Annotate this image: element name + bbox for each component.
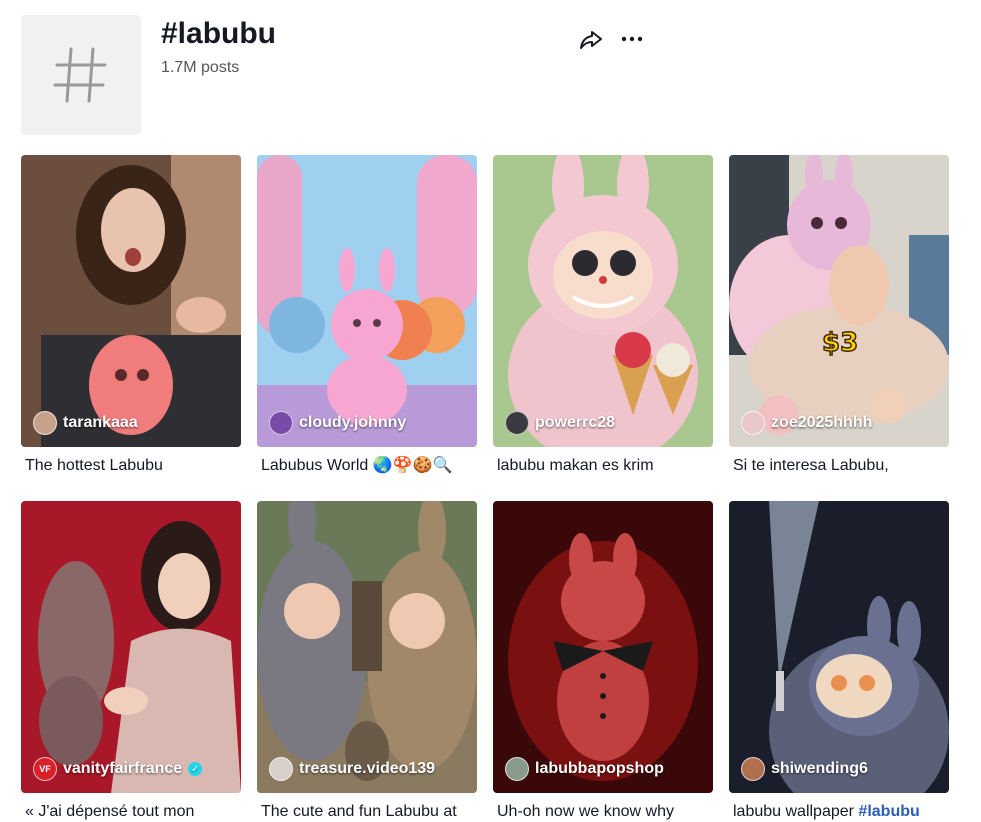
- avatar: [505, 757, 529, 781]
- avatar: [741, 411, 765, 435]
- thumbnail-image: [21, 155, 241, 447]
- avatar: [505, 411, 529, 435]
- video-author[interactable]: shiwending6: [741, 757, 868, 781]
- video-thumbnail[interactable]: treasure.video139: [257, 501, 477, 793]
- thumbnail-image: [21, 501, 241, 793]
- video-card[interactable]: cloudy.johnny Labubus World 🌏🍄🍪🔍: [257, 155, 477, 476]
- video-author[interactable]: tarankaaa: [33, 411, 138, 435]
- video-thumbnail[interactable]: powerrc28: [493, 155, 713, 447]
- share-icon: [580, 31, 602, 49]
- video-caption[interactable]: Labubus World 🌏🍄🍪🔍: [257, 456, 477, 476]
- more-icon: [621, 36, 643, 42]
- video-caption[interactable]: Uh-oh now we know why: [493, 802, 713, 822]
- video-card[interactable]: $3 zoe2025hhhh Si te interesa Labubu,: [729, 155, 949, 476]
- avatar: [33, 411, 57, 435]
- video-card[interactable]: powerrc28 labubu makan es krim: [493, 155, 713, 476]
- verified-badge-icon: ✓: [188, 762, 203, 776]
- video-author[interactable]: treasure.video139: [269, 757, 435, 781]
- video-thumbnail[interactable]: cloudy.johnny: [257, 155, 477, 447]
- video-caption[interactable]: labubu wallpaper #labubu: [729, 802, 949, 822]
- share-button[interactable]: [578, 27, 604, 53]
- video-caption[interactable]: labubu makan es krim: [493, 456, 713, 476]
- video-caption[interactable]: Si te interesa Labubu,: [729, 456, 949, 476]
- avatar: [269, 757, 293, 781]
- thumbnail-image: [257, 501, 477, 793]
- avatar: [269, 411, 293, 435]
- avatar: [741, 757, 765, 781]
- page-title: #labubu: [161, 17, 277, 50]
- avatar: VF: [33, 757, 57, 781]
- thumbnail-image: [729, 501, 949, 793]
- price-overlay: $3: [821, 327, 859, 359]
- video-card[interactable]: labubbapopshop Uh-oh now we know why: [493, 501, 713, 822]
- hashtag-avatar: [21, 15, 141, 135]
- username: tarankaaa: [63, 414, 138, 431]
- video-thumbnail[interactable]: VF vanityfairfrance ✓: [21, 501, 241, 793]
- video-card[interactable]: VF vanityfairfrance ✓ « J'ai dépensé tou…: [21, 501, 241, 822]
- username: labubbapopshop: [535, 760, 664, 777]
- video-author[interactable]: powerrc28: [505, 411, 615, 435]
- video-thumbnail[interactable]: $3 zoe2025hhhh: [729, 155, 949, 447]
- video-thumbnail[interactable]: shiwending6: [729, 501, 949, 793]
- video-author[interactable]: labubbapopshop: [505, 757, 664, 781]
- video-thumbnail[interactable]: labubbapopshop: [493, 501, 713, 793]
- video-caption[interactable]: The hottest Labubu: [21, 456, 241, 476]
- thumbnail-image: [729, 155, 949, 447]
- thumbnail-image: [257, 155, 477, 447]
- video-caption[interactable]: The cute and fun Labubu at: [257, 802, 477, 822]
- thumbnail-image: [493, 155, 713, 447]
- username: powerrc28: [535, 414, 616, 431]
- post-count: 1.7M posts: [161, 59, 240, 76]
- username: vanityfairfrance: [63, 760, 183, 777]
- video-author[interactable]: cloudy.johnny: [269, 411, 406, 435]
- video-author[interactable]: VF vanityfairfrance ✓: [33, 757, 203, 781]
- video-author[interactable]: zoe2025hhhh: [741, 411, 872, 435]
- video-thumbnail[interactable]: tarankaaa: [21, 155, 241, 447]
- hashtag-icon: [53, 47, 107, 103]
- video-card[interactable]: tarankaaa The hottest Labubu: [21, 155, 241, 476]
- video-card[interactable]: shiwending6 labubu wallpaper #labubu: [729, 501, 949, 822]
- thumbnail-image: [493, 501, 713, 793]
- video-card[interactable]: treasure.video139 The cute and fun Labub…: [257, 501, 477, 822]
- username: shiwending6: [771, 760, 868, 777]
- caption-text: labubu wallpaper: [733, 803, 859, 820]
- username: cloudy.johnny: [299, 414, 407, 431]
- username: treasure.video139: [299, 760, 436, 777]
- more-options-button[interactable]: [620, 27, 644, 51]
- video-caption[interactable]: « J'ai dépensé tout mon: [21, 802, 241, 822]
- hashtag-link[interactable]: #labubu: [858, 803, 919, 820]
- username: zoe2025hhhh: [771, 414, 873, 431]
